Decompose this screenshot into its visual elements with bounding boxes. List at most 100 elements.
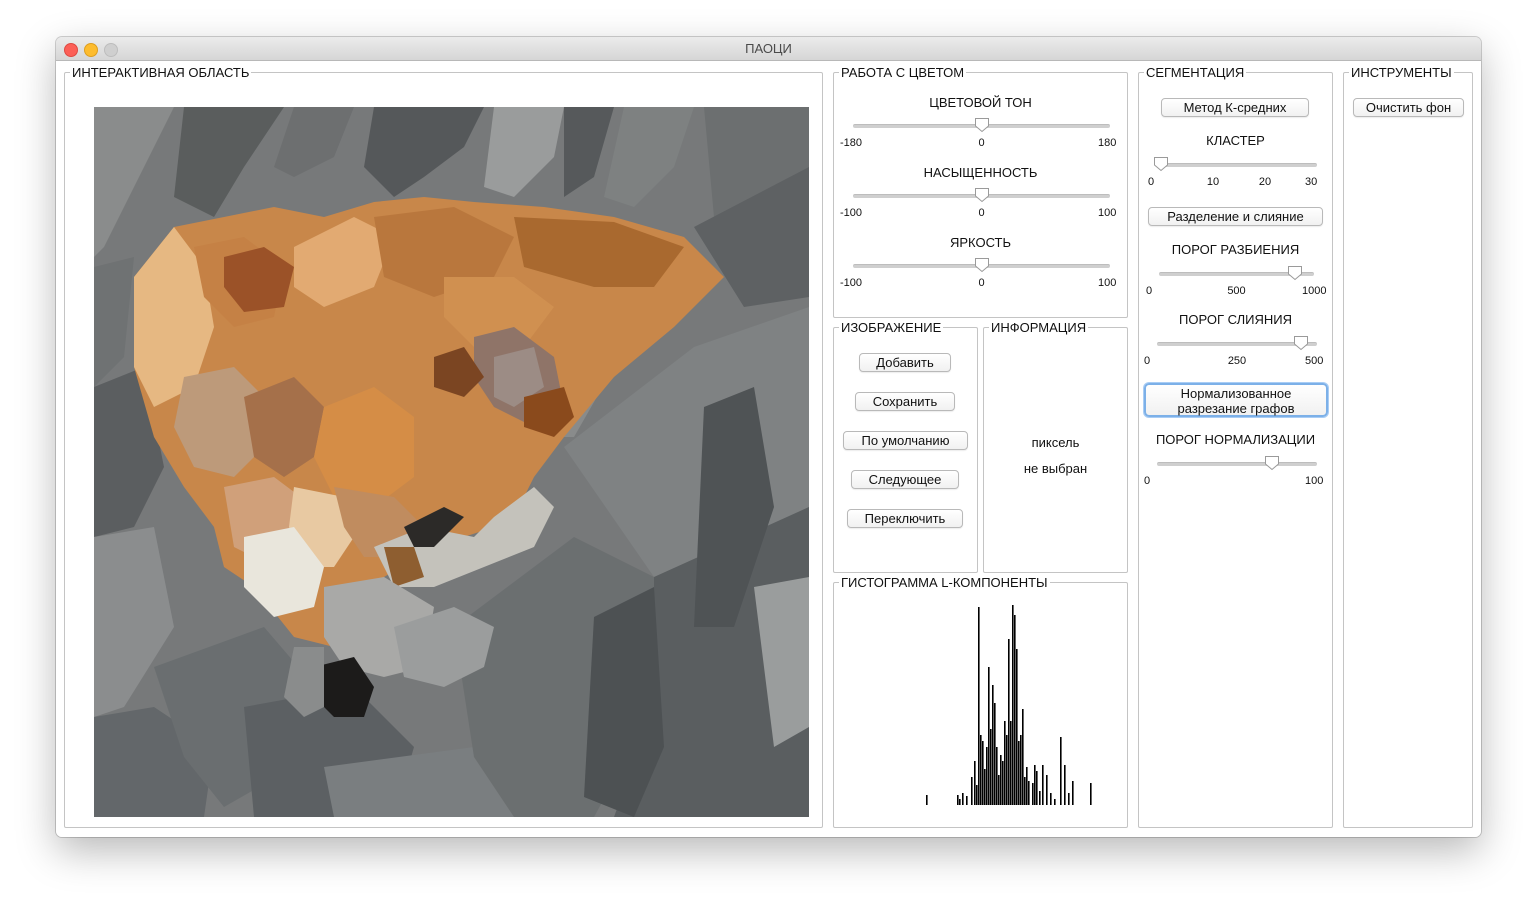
cluster-slider-tick-label: 0	[1148, 176, 1155, 188]
split-threshold-slider-tick-label: 0	[1146, 285, 1153, 297]
title-bar: ПАОЦИ	[56, 37, 1481, 61]
cluster-slider-tick-label: 20	[1258, 176, 1272, 188]
split-threshold-slider-tick-label: 500	[1227, 285, 1246, 297]
histogram-bar	[1002, 761, 1004, 805]
histogram-bar	[1054, 799, 1056, 805]
color-panel-title: РАБОТА С ЦВЕТОМ	[839, 65, 967, 80]
merge-threshold-slider-tick-label: 250	[1227, 355, 1247, 367]
histogram-bar	[1036, 771, 1038, 805]
l-histogram	[926, 605, 1092, 805]
save-button[interactable]: Сохранить	[855, 392, 955, 411]
interactive-area-title: ИНТЕРАКТИВНАЯ ОБЛАСТЬ	[70, 65, 252, 80]
normalization-threshold-label: ПОРОГ НОРМАЛИЗАЦИИ	[1155, 432, 1316, 447]
brightness-label: ЯРКОСТЬ	[949, 235, 1012, 250]
histogram-bar	[1032, 783, 1034, 805]
hue-slider-tick-label: 0	[978, 137, 985, 149]
brightness-slider-tick-label: 0	[978, 277, 985, 289]
histogram-bar	[1012, 605, 1014, 805]
brightness-slider-tick-label: -100	[840, 277, 863, 289]
merge-threshold-label: ПОРОГ СЛИЯНИЯ	[1179, 312, 1292, 327]
saturation-slider-tick-label: -100	[840, 207, 863, 219]
segmented-fox-image	[94, 107, 809, 817]
next-button[interactable]: Следующее	[851, 470, 959, 489]
normalized-cut-button[interactable]: Нормализованное разрезание графов	[1144, 383, 1328, 417]
histogram-bar	[980, 735, 982, 805]
merge-threshold-slider-thumb[interactable]	[1293, 335, 1309, 351]
merge-threshold-slider-tick-label: 500	[1305, 355, 1324, 367]
main-content: ИНТЕРАКТИВНАЯ ОБЛАСТЬ РАБОТА С ЦВЕТОМ ЦВ…	[56, 61, 1481, 837]
histogram-bar	[1008, 639, 1010, 805]
histogram-bar	[996, 747, 998, 805]
normalization-threshold-slider-thumb[interactable]	[1264, 455, 1280, 471]
split-threshold-slider-thumb[interactable]	[1287, 265, 1303, 281]
interactive-area-panel: ИНТЕРАКТИВНАЯ ОБЛАСТЬ	[64, 66, 823, 828]
cluster-slider-track[interactable]	[1161, 163, 1317, 167]
normalization-threshold-slider-tick-label: 0	[1144, 475, 1151, 487]
histogram-bar	[1042, 765, 1044, 805]
split-threshold-label: ПОРОГ РАЗБИЕНИЯ	[1171, 242, 1300, 257]
saturation-slider-thumb[interactable]	[974, 187, 990, 203]
app-window: ПАОЦИ ИНТЕРАКТИВНАЯ ОБЛАСТЬ РАБОТА С ЦВЕ…	[56, 37, 1481, 837]
histogram-bar	[1014, 615, 1016, 805]
histogram-bar	[1018, 741, 1020, 805]
cluster-slider-thumb[interactable]	[1153, 156, 1169, 172]
histogram-bar	[1028, 781, 1030, 805]
histogram-bar	[998, 775, 1000, 805]
hue-slider-thumb[interactable]	[974, 117, 990, 133]
histogram-bar	[1004, 721, 1006, 805]
histogram-bar	[1072, 781, 1074, 805]
saturation-label: НАСЫЩЕННОСТЬ	[923, 165, 1038, 180]
histogram-bar	[966, 796, 968, 805]
histogram-bar	[1000, 755, 1002, 805]
histogram-bar	[976, 785, 978, 805]
histogram-bar	[974, 761, 976, 805]
info-line-not-selected: не выбран	[1023, 461, 1088, 476]
normalization-threshold-slider-tick-label: 100	[1305, 475, 1324, 487]
merge-threshold-slider-tick-label: 0	[1144, 355, 1151, 367]
histogram-bar	[962, 793, 964, 805]
histogram-bar	[1050, 793, 1052, 805]
split-threshold-slider-tick-label: 1000	[1302, 285, 1327, 297]
histogram-bar	[992, 685, 994, 805]
toggle-button[interactable]: Переключить	[847, 509, 963, 528]
histogram-bar	[1060, 737, 1062, 805]
histogram-bar	[1046, 775, 1048, 805]
window-title: ПАОЦИ	[745, 41, 792, 56]
histogram-bar	[988, 667, 990, 805]
histogram-bar	[978, 607, 980, 805]
default-button[interactable]: По умолчанию	[843, 431, 968, 450]
histogram-bar	[957, 795, 959, 805]
image-panel: ИЗОБРАЖЕНИЕ Добавить Сохранить По умолча…	[833, 321, 978, 573]
cluster-slider-tick-label: 30	[1305, 176, 1318, 188]
normalized-cut-line1: Нормализованное	[1180, 386, 1292, 401]
hue-slider-tick-label: -180	[840, 137, 863, 149]
hue-label: ЦВЕТОВОЙ ТОН	[929, 95, 1032, 110]
histogram-bar	[1022, 709, 1024, 805]
image-canvas[interactable]	[94, 107, 809, 817]
histogram-bar	[982, 741, 984, 805]
histogram-bar	[1068, 793, 1070, 805]
histogram-bar	[990, 729, 992, 805]
clear-background-button[interactable]: Очистить фон	[1353, 98, 1464, 117]
histogram-bar	[994, 703, 996, 805]
normalization-threshold-slider-track[interactable]	[1157, 462, 1317, 466]
cluster-slider-tick-label: 10	[1206, 176, 1220, 188]
histogram-bar	[1064, 765, 1066, 805]
histogram-bar	[984, 769, 986, 805]
tools-panel: ИНСТРУМЕНТЫ Очистить фон	[1343, 66, 1473, 828]
kmeans-button[interactable]: Метод К-средних	[1161, 98, 1309, 117]
histogram-bar	[986, 747, 988, 805]
histogram-bar	[1034, 765, 1036, 805]
normalized-cut-line2: разрезание графов	[1177, 401, 1295, 416]
histogram-bar	[1010, 721, 1012, 805]
brightness-slider-thumb[interactable]	[974, 257, 990, 273]
histogram-bar	[971, 777, 973, 805]
histogram-panel: ГИСТОГРАММА L-КОМПОНЕНТЫ	[833, 576, 1128, 828]
histogram-bar	[926, 795, 928, 805]
info-panel: ИНФОРМАЦИЯ пиксель не выбран	[983, 321, 1128, 573]
brightness-slider-tick-label: 100	[1098, 277, 1117, 289]
add-button[interactable]: Добавить	[859, 353, 951, 372]
color-panel: РАБОТА С ЦВЕТОМ ЦВЕТОВОЙ ТОН -180 0 180 НАСЫ…	[833, 66, 1128, 318]
histogram-bar	[1026, 767, 1028, 805]
split-merge-button[interactable]: Разделение и слияние	[1148, 207, 1323, 226]
